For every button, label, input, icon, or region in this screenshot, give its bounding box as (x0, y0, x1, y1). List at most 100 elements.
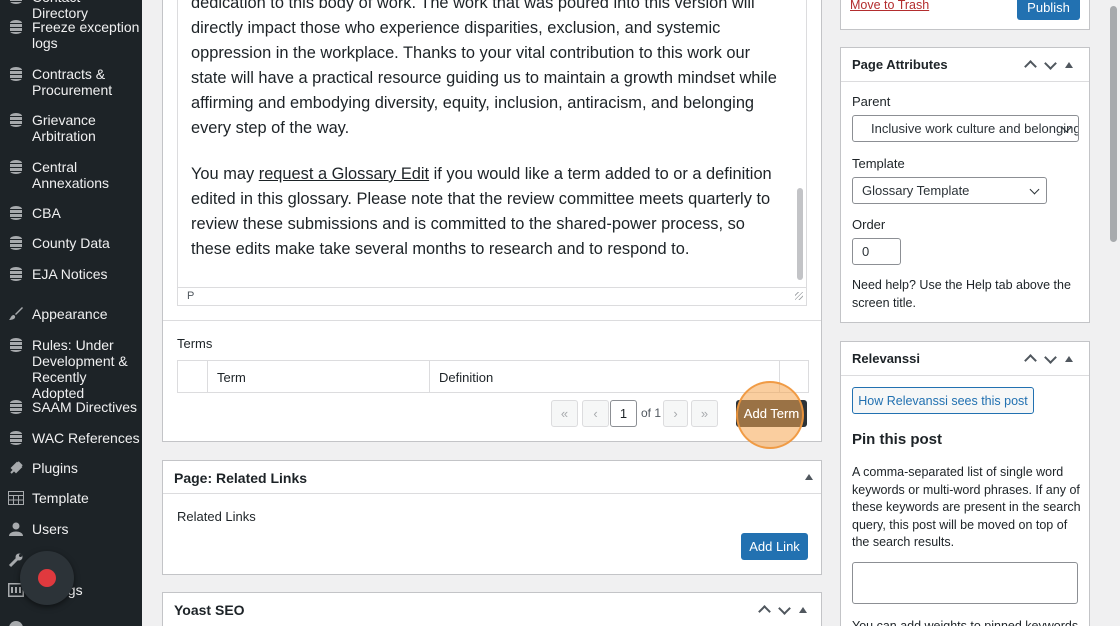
order-label: Order (852, 217, 886, 232)
database-icon (8, 266, 24, 282)
collapse-toggle-icon[interactable] (805, 474, 813, 480)
sidebar-item-contact-directory[interactable]: Contact Directory (0, 0, 142, 21)
sidebar-item-saam-directives[interactable]: SAAM Directives (0, 399, 142, 415)
editor-content[interactable]: dedication to this body of work. The wor… (191, 0, 781, 283)
panel-controls (759, 605, 807, 615)
resize-handle-icon[interactable] (795, 292, 803, 300)
divider (841, 81, 1089, 82)
table-header-cell (178, 361, 208, 392)
move-up-icon[interactable] (1025, 354, 1035, 364)
paintbrush-icon (8, 306, 24, 322)
circle-icon (8, 620, 24, 626)
chevron-down-icon (1029, 184, 1040, 195)
sidebar-item-central-annexations[interactable]: Central Annexations (0, 159, 142, 191)
divider (841, 375, 1089, 376)
last-page-button[interactable]: » (691, 400, 718, 427)
table-header-definition: Definition (430, 361, 780, 392)
yoast-panel: Yoast SEO (162, 592, 822, 626)
yoast-title: Yoast SEO (174, 602, 245, 618)
editor-scrollbar[interactable] (796, 0, 804, 281)
sidebar-item-cba[interactable]: CBA (0, 205, 142, 221)
add-link-button[interactable]: Add Link (741, 533, 808, 560)
sidebar-item-rules[interactable]: Rules: Under Development & Recently Adop… (0, 337, 142, 401)
template-label: Template (852, 156, 905, 171)
move-down-icon[interactable] (1045, 60, 1055, 70)
panel-controls (1025, 60, 1073, 70)
pin-description: A comma-separated list of single word ke… (852, 465, 1081, 549)
sidebar-item-wac-references[interactable]: WAC References (0, 430, 142, 446)
publish-panel: Move to Trash Publish (840, 0, 1090, 30)
collapse-toggle-icon[interactable] (799, 607, 807, 613)
parent-label: Parent (852, 94, 891, 109)
divider (163, 320, 821, 321)
move-to-trash-link[interactable]: Move to Trash (850, 0, 929, 12)
admin-sidebar: Contact Directory Freeze exception logs … (0, 0, 142, 626)
database-icon (8, 399, 24, 415)
relevanssi-panel: Relevanssi How Relevanssi sees this post… (840, 341, 1090, 626)
prev-page-button[interactable]: ‹ (582, 400, 609, 427)
parent-select[interactable]: Inclusive work culture and belonging (852, 115, 1079, 142)
sidebar-item-appearance[interactable]: Appearance (0, 306, 142, 322)
editor-paragraph: You may request a Glossary Edit if you w… (191, 162, 781, 262)
page-scrollbar[interactable] (1106, 0, 1120, 626)
paragraph-text: You may (191, 165, 259, 183)
related-links-title: Page: Related Links (174, 470, 308, 486)
record-button[interactable] (20, 551, 74, 605)
move-up-icon[interactable] (759, 605, 769, 615)
element-path[interactable]: P (187, 290, 194, 302)
pin-heading: Pin this post (852, 431, 942, 448)
database-icon (8, 112, 24, 128)
database-icon (8, 0, 24, 5)
database-icon (8, 66, 24, 82)
sidebar-item-plugins[interactable]: Plugins (0, 460, 142, 476)
sidebar-item-county-data[interactable]: County Data (0, 235, 142, 251)
grid-icon (8, 490, 24, 506)
collapse-toggle-icon[interactable] (1065, 356, 1073, 362)
editor-paragraph: dedication to this body of work. The wor… (191, 0, 777, 137)
database-icon (8, 205, 24, 221)
editor-statusbar: P (178, 287, 806, 305)
move-down-icon[interactable] (779, 605, 789, 615)
glossary-edit-link[interactable]: request a Glossary Edit (259, 165, 429, 183)
first-page-button[interactable]: « (551, 400, 578, 427)
page-attributes-title: Page Attributes (852, 57, 948, 72)
move-down-icon[interactable] (1045, 354, 1055, 364)
database-icon (8, 430, 24, 446)
record-icon (38, 569, 56, 587)
page-count-label: of 1 (641, 406, 662, 420)
table-header-term: Term (208, 361, 430, 392)
next-page-button[interactable]: › (663, 400, 688, 427)
sidebar-item-contracts[interactable]: Contracts & Procurement (0, 66, 142, 98)
page-number-input[interactable]: 1 (610, 400, 637, 427)
move-up-icon[interactable] (1025, 60, 1035, 70)
collapse-toggle-icon[interactable] (1065, 62, 1073, 68)
sidebar-item-grievance[interactable]: Grievance Arbitration (0, 112, 142, 144)
click-highlight (736, 381, 804, 449)
sidebar-item-eja-notices[interactable]: EJA Notices (0, 266, 142, 282)
terms-label: Terms (177, 336, 213, 351)
parent-select-value: Inclusive work culture and belonging (871, 121, 1079, 136)
terms-table: Term Definition (177, 360, 809, 393)
sidebar-item-template[interactable]: Template (0, 490, 142, 506)
page-scrollbar-thumb[interactable] (1110, 6, 1117, 242)
order-input[interactable]: 0 (852, 238, 901, 265)
sidebar-item-more[interactable] (0, 620, 142, 626)
editor-area[interactable]: dedication to this body of work. The wor… (177, 0, 807, 306)
pin-keywords-textarea[interactable] (852, 562, 1078, 604)
page-attributes-panel: Page Attributes Parent Inclusive work cu… (840, 47, 1090, 323)
related-links-panel: Page: Related Links Related Links Add Li… (162, 460, 822, 575)
related-links-label: Related Links (177, 509, 256, 524)
user-icon (8, 521, 24, 537)
database-icon (8, 337, 24, 353)
panel-controls (1025, 354, 1073, 364)
template-select[interactable]: Glossary Template (852, 177, 1047, 204)
relevanssi-title: Relevanssi (852, 351, 920, 366)
sidebar-item-users[interactable]: Users (0, 521, 142, 537)
sidebar-item-freeze-exception-logs[interactable]: Freeze exception logs (0, 19, 142, 51)
help-text: Need help? Use the Help tab above the sc… (852, 278, 1071, 310)
how-relevanssi-sees-button[interactable]: How Relevanssi sees this post (852, 387, 1034, 414)
editor-scrollbar-thumb[interactable] (797, 188, 803, 280)
database-icon (8, 235, 24, 251)
publish-button[interactable]: Publish (1017, 0, 1080, 20)
weights-text: You can add weights to pinned keywords (852, 619, 1079, 626)
